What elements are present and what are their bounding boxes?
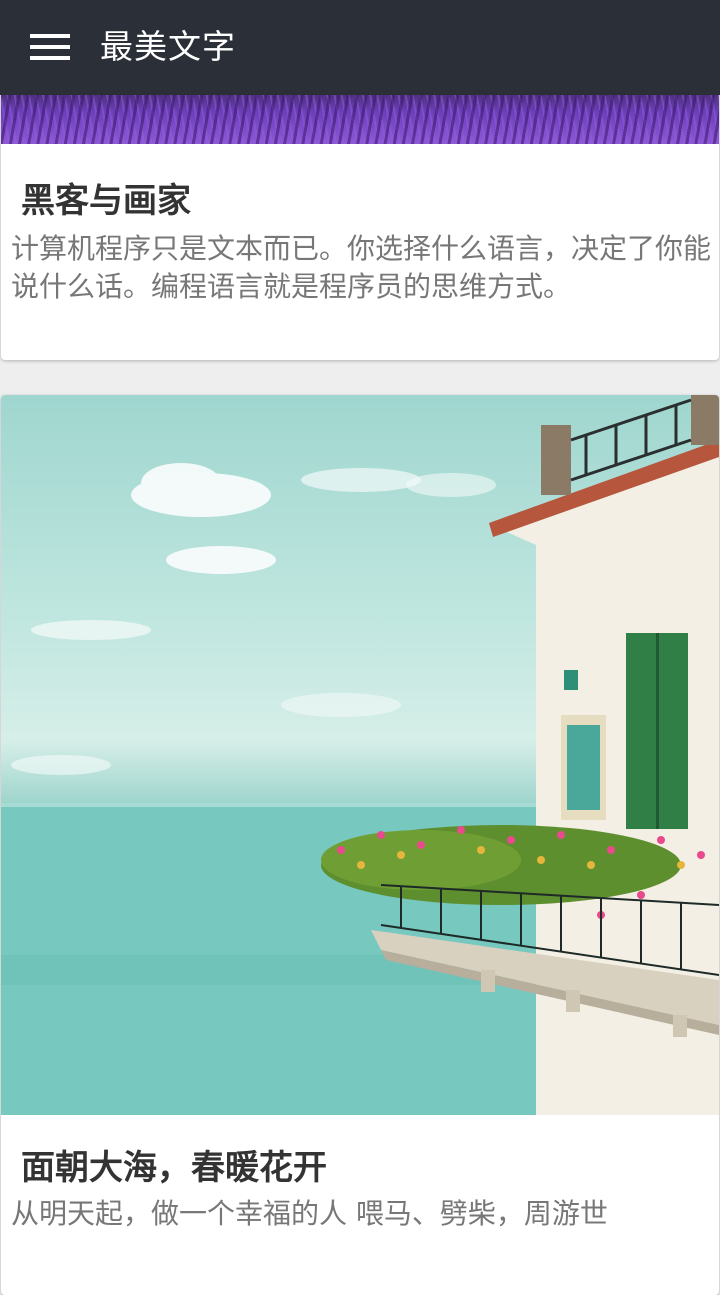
article-excerpt: 从明天起，做一个幸福的人 喂马、劈柴，周游世 — [11, 1197, 608, 1230]
article-title: 黑客与画家 — [21, 181, 191, 221]
seaside-balcony-image — [1, 395, 719, 1115]
clouds — [11, 463, 496, 775]
article-card[interactable]: 面朝大海，春暖花开 从明天起，做一个幸福的人 喂马、劈柴，周游世 — [1, 395, 719, 1295]
hamburger-menu-icon[interactable] — [30, 34, 70, 60]
app-title: 最美文字 — [100, 27, 236, 66]
app-bar: 最美文字 — [0, 0, 720, 95]
article-title: 面朝大海，春暖花开 — [21, 1148, 327, 1188]
article-excerpt: 计算机程序只是文本而已。你选择什么语言，决定了你能说什么话。编程语言就是程序员的… — [11, 232, 712, 303]
article-card[interactable]: 黑客与画家 计算机程序只是文本而已。你选择什么语言，决定了你能说什么话。编程语言… — [1, 85, 719, 360]
